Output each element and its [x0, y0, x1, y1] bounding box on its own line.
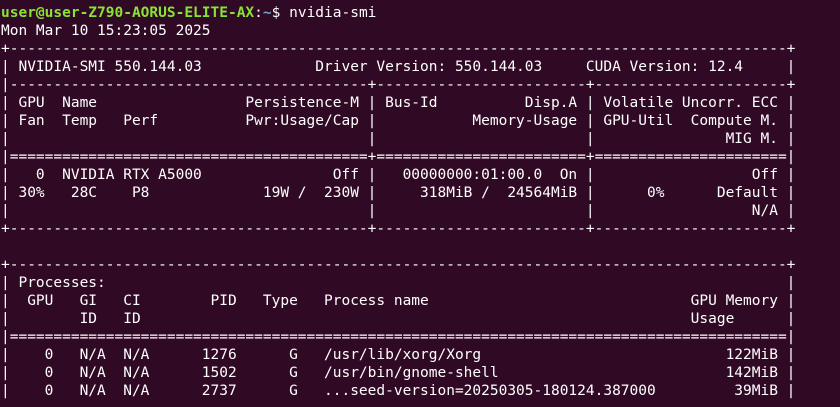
output-line: | 0 N/A N/A 2737 G ...seed-version=20250… — [1, 383, 796, 399]
output-line: | 0 NVIDIA RTX A5000 Off | 00000000:01:0… — [1, 167, 796, 183]
prompt-path: ~ — [262, 5, 272, 21]
output-line: | Fan Temp Perf Pwr:Usage/Cap | Memory-U… — [1, 113, 796, 129]
output-line: | ID ID Usage | — [1, 311, 796, 327]
output-line: |=======================================… — [1, 329, 796, 345]
prompt-user-host: user@user-Z790-AORUS-ELITE-AX — [1, 5, 255, 21]
timestamp-line: Mon Mar 10 15:23:05 2025 — [1, 23, 211, 39]
prompt-separator: : — [254, 5, 263, 21]
output-line: +---------------------------------------… — [1, 257, 796, 273]
output-line: | NVIDIA-SMI 550.144.03 Driver Version: … — [1, 59, 796, 75]
prompt-command: nvidia-smi — [280, 5, 377, 21]
output-line: | Processes: | — [1, 275, 796, 291]
output-line: | 30% 28C P8 19W / 230W | 318MiB / 24564… — [1, 185, 796, 201]
output-line: |---------------------------------------… — [1, 77, 796, 93]
terminal-window[interactable]: user@user-Z790-AORUS-ELITE-AX:~$ nvidia-… — [0, 0, 840, 407]
output-line: | | | N/A | — [1, 203, 796, 219]
output-line: +---------------------------------------… — [1, 41, 796, 57]
output-line: | 0 N/A N/A 1502 G /usr/bin/gnome-shell … — [1, 365, 796, 381]
output-line: |=======================================… — [1, 149, 796, 165]
output-line: | 0 N/A N/A 1276 G /usr/lib/xorg/Xorg 12… — [1, 347, 796, 363]
output-line: | GPU Name Persistence-M | Bus-Id Disp.A… — [1, 95, 796, 111]
output-line: | GPU GI CI PID Type Process name GPU Me… — [1, 293, 796, 309]
output-line: +---------------------------------------… — [1, 221, 796, 237]
prompt-line: user@user-Z790-AORUS-ELITE-AX:~$ nvidia-… — [0, 4, 840, 22]
nvidia-smi-output: +---------------------------------------… — [0, 40, 840, 400]
output-line: | | | MIG M. | — [1, 131, 796, 147]
